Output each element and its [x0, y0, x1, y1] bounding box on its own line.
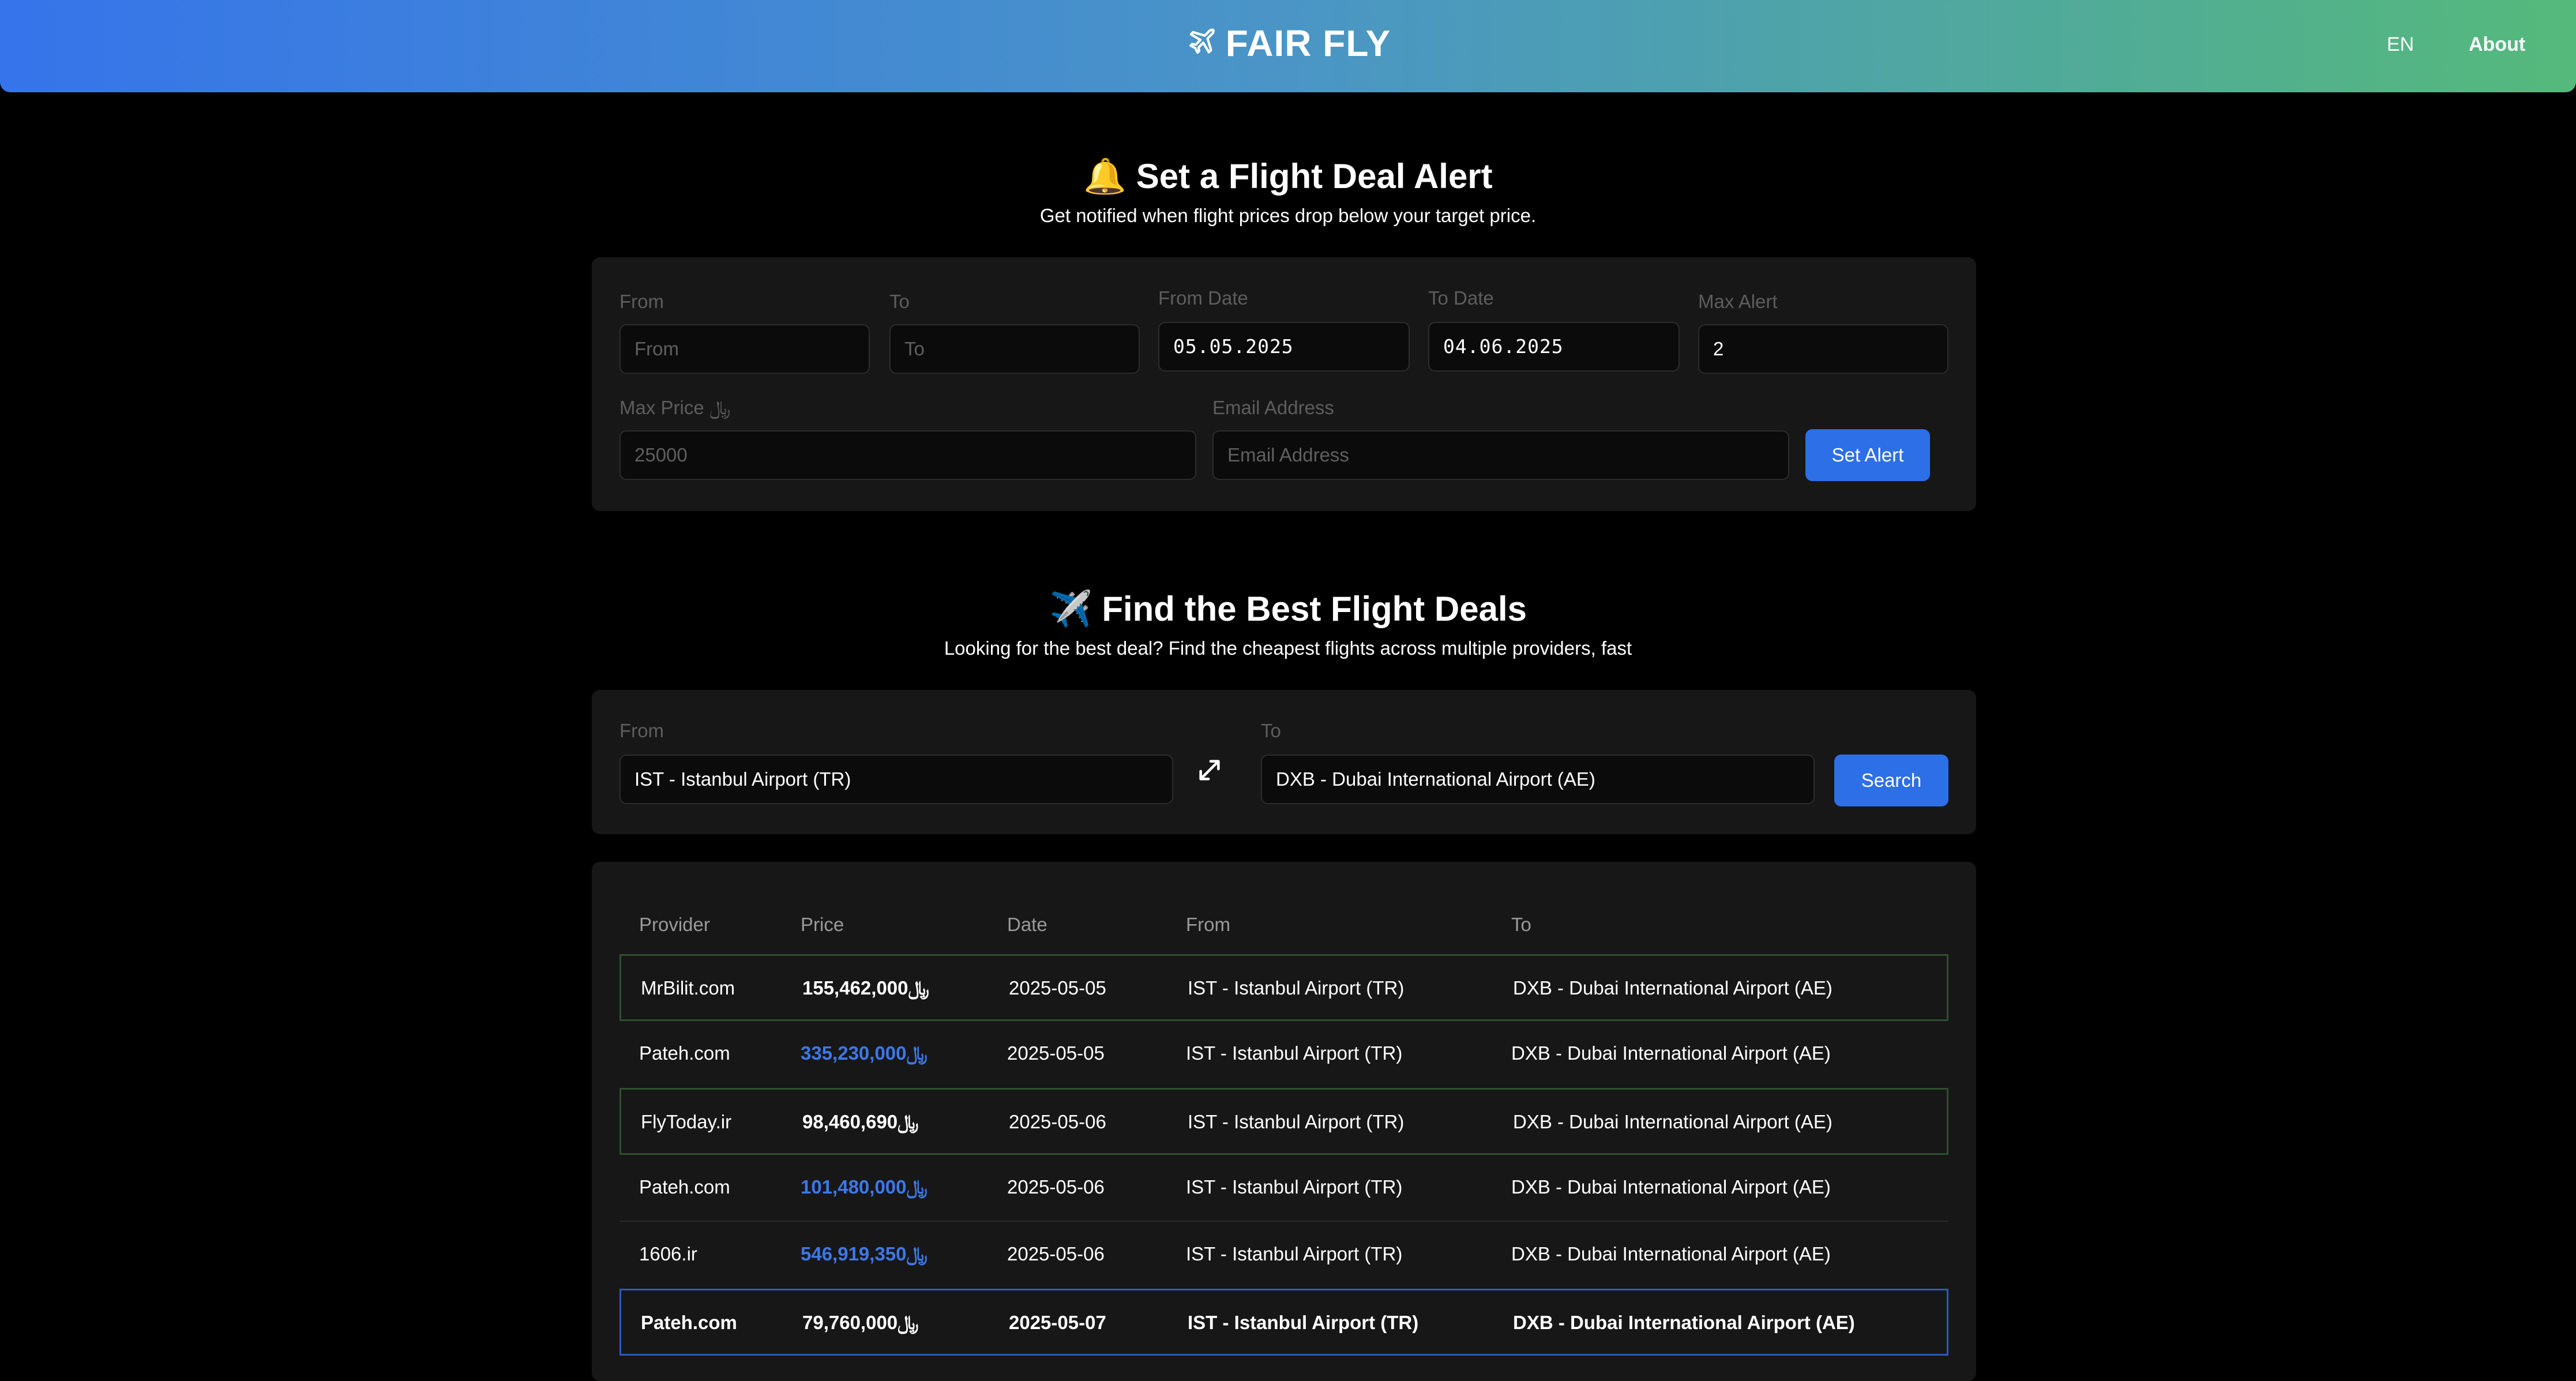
search-to-input[interactable]: DXB - Dubai International Airport (AE)	[1261, 755, 1815, 804]
cell-date: 2025-05-06	[1009, 1111, 1106, 1132]
results-table: Provider Price Date From To MrBilit.com 1…	[592, 862, 1976, 1381]
max-price-input[interactable]: 25000	[619, 430, 1196, 480]
search-form-panel: From IST - Istanbul Airport (TR) To DXB …	[592, 690, 1976, 834]
table-row[interactable]: 1606.ir 546,919,350﷼ 2025-05-06 IST - Istan…	[619, 1222, 1948, 1289]
column-header-date: Date	[1007, 914, 1047, 935]
language-selector[interactable]: EN	[2387, 33, 2414, 56]
to-date-input[interactable]: 04.06.2025	[1428, 322, 1680, 371]
cell-to: DXB - Dubai International Airport (AE)	[1511, 1243, 1831, 1264]
search-from-label: From	[619, 720, 664, 741]
from-date-label: From Date	[1158, 287, 1248, 309]
search-button[interactable]: Search	[1834, 755, 1948, 806]
brand-name: FAIR FLY	[1225, 22, 1391, 64]
table-row[interactable]: Pateh.com 101,480,000﷼ 2025-05-06 IST - Ist…	[619, 1155, 1948, 1222]
cell-from: IST - Istanbul Airport (TR)	[1188, 1312, 1419, 1333]
cell-from: IST - Istanbul Airport (TR)	[1186, 1243, 1403, 1264]
column-header-to: To	[1511, 914, 1531, 935]
cell-provider: 1606.ir	[639, 1243, 697, 1264]
cell-to: DXB - Dubai International Airport (AE)	[1513, 977, 1833, 999]
cell-from: IST - Istanbul Airport (TR)	[1186, 1042, 1403, 1064]
cell-price: 79,760,000﷼	[802, 1312, 919, 1333]
alert-section-title: 🔔 Set a Flight Deal Alert	[1083, 157, 1493, 196]
alert-from-label: From	[619, 291, 664, 312]
cell-date: 2025-05-05	[1007, 1042, 1105, 1064]
email-label: Email Address	[1212, 397, 1334, 418]
cell-provider: Pateh.com	[639, 1176, 730, 1198]
cell-provider: MrBilit.com	[641, 977, 735, 999]
alert-form-panel: From From To To From Date 05.05.2025 To …	[592, 257, 1976, 511]
alert-section-subtitle: Get notified when flight prices drop bel…	[1039, 205, 1537, 226]
alert-to-input[interactable]: To	[889, 324, 1140, 374]
column-header-provider: Provider	[639, 914, 710, 935]
table-row[interactable]: FlyToday.ir 98,460,690﷼ 2025-05-06 IST - Is…	[619, 1088, 1948, 1155]
cell-to: DXB - Dubai International Airport (AE)	[1513, 1111, 1833, 1132]
cell-date: 2025-05-06	[1007, 1176, 1105, 1198]
to-date-label: To Date	[1428, 287, 1494, 309]
alert-to-label: To	[889, 291, 910, 312]
swap-arrows-icon[interactable]	[1196, 757, 1223, 783]
search-section-title: ✈️ Find the Best Flight Deals	[1049, 590, 1527, 628]
nav-about-link[interactable]: About	[2469, 33, 2525, 56]
set-alert-button[interactable]: Set Alert	[1805, 429, 1930, 481]
cell-to: DXB - Dubai International Airport (AE)	[1511, 1042, 1831, 1064]
cell-price: 546,919,350﷼	[801, 1243, 928, 1264]
cell-price: 335,230,000﷼	[801, 1042, 928, 1064]
cell-provider: Pateh.com	[641, 1312, 737, 1333]
cell-provider: Pateh.com	[639, 1042, 730, 1064]
max-alert-label: Max Alert	[1698, 291, 1778, 312]
column-header-price: Price	[801, 914, 844, 935]
cell-date: 2025-05-07	[1009, 1312, 1106, 1333]
table-row[interactable]: MrBilit.com 155,462,000﷼ 2025-05-05 IST - I…	[619, 954, 1948, 1021]
search-from-input[interactable]: IST - Istanbul Airport (TR)	[619, 755, 1173, 804]
cell-date: 2025-05-06	[1007, 1243, 1105, 1264]
cell-price: 98,460,690﷼	[802, 1111, 919, 1132]
from-date-input[interactable]: 05.05.2025	[1158, 322, 1410, 371]
cell-provider: FlyToday.ir	[641, 1111, 732, 1132]
max-alert-input[interactable]: 2	[1698, 324, 1948, 374]
table-row[interactable]: Pateh.com 79,760,000﷼ 2025-05-07 IST - Ista…	[619, 1289, 1948, 1356]
cell-from: IST - Istanbul Airport (TR)	[1188, 1111, 1405, 1132]
cell-price: 155,462,000﷼	[802, 977, 930, 999]
cell-from: IST - Istanbul Airport (TR)	[1188, 977, 1405, 999]
top-navbar: FAIR FLY EN About	[0, 0, 2576, 92]
column-header-from: From	[1186, 914, 1230, 935]
max-price-label: Max Price ﷼	[619, 397, 731, 418]
brand-logo[interactable]: FAIR FLY	[0, 22, 2576, 65]
airplane-icon	[1189, 28, 1215, 54]
cell-price: 101,480,000﷼	[801, 1176, 928, 1198]
cell-date: 2025-05-05	[1009, 977, 1106, 999]
alert-from-input[interactable]: From	[619, 324, 870, 374]
cell-to: DXB - Dubai International Airport (AE)	[1511, 1176, 1831, 1198]
search-section-subtitle: Looking for the best deal? Find the chea…	[944, 637, 1632, 659]
email-input[interactable]: Email Address	[1212, 430, 1789, 480]
search-to-label: To	[1261, 720, 1281, 741]
cell-to: DXB - Dubai International Airport (AE)	[1513, 1312, 1855, 1333]
table-row[interactable]: Pateh.com 335,230,000﷼ 2025-05-05 IST - Ist…	[619, 1021, 1948, 1088]
cell-from: IST - Istanbul Airport (TR)	[1186, 1176, 1403, 1198]
